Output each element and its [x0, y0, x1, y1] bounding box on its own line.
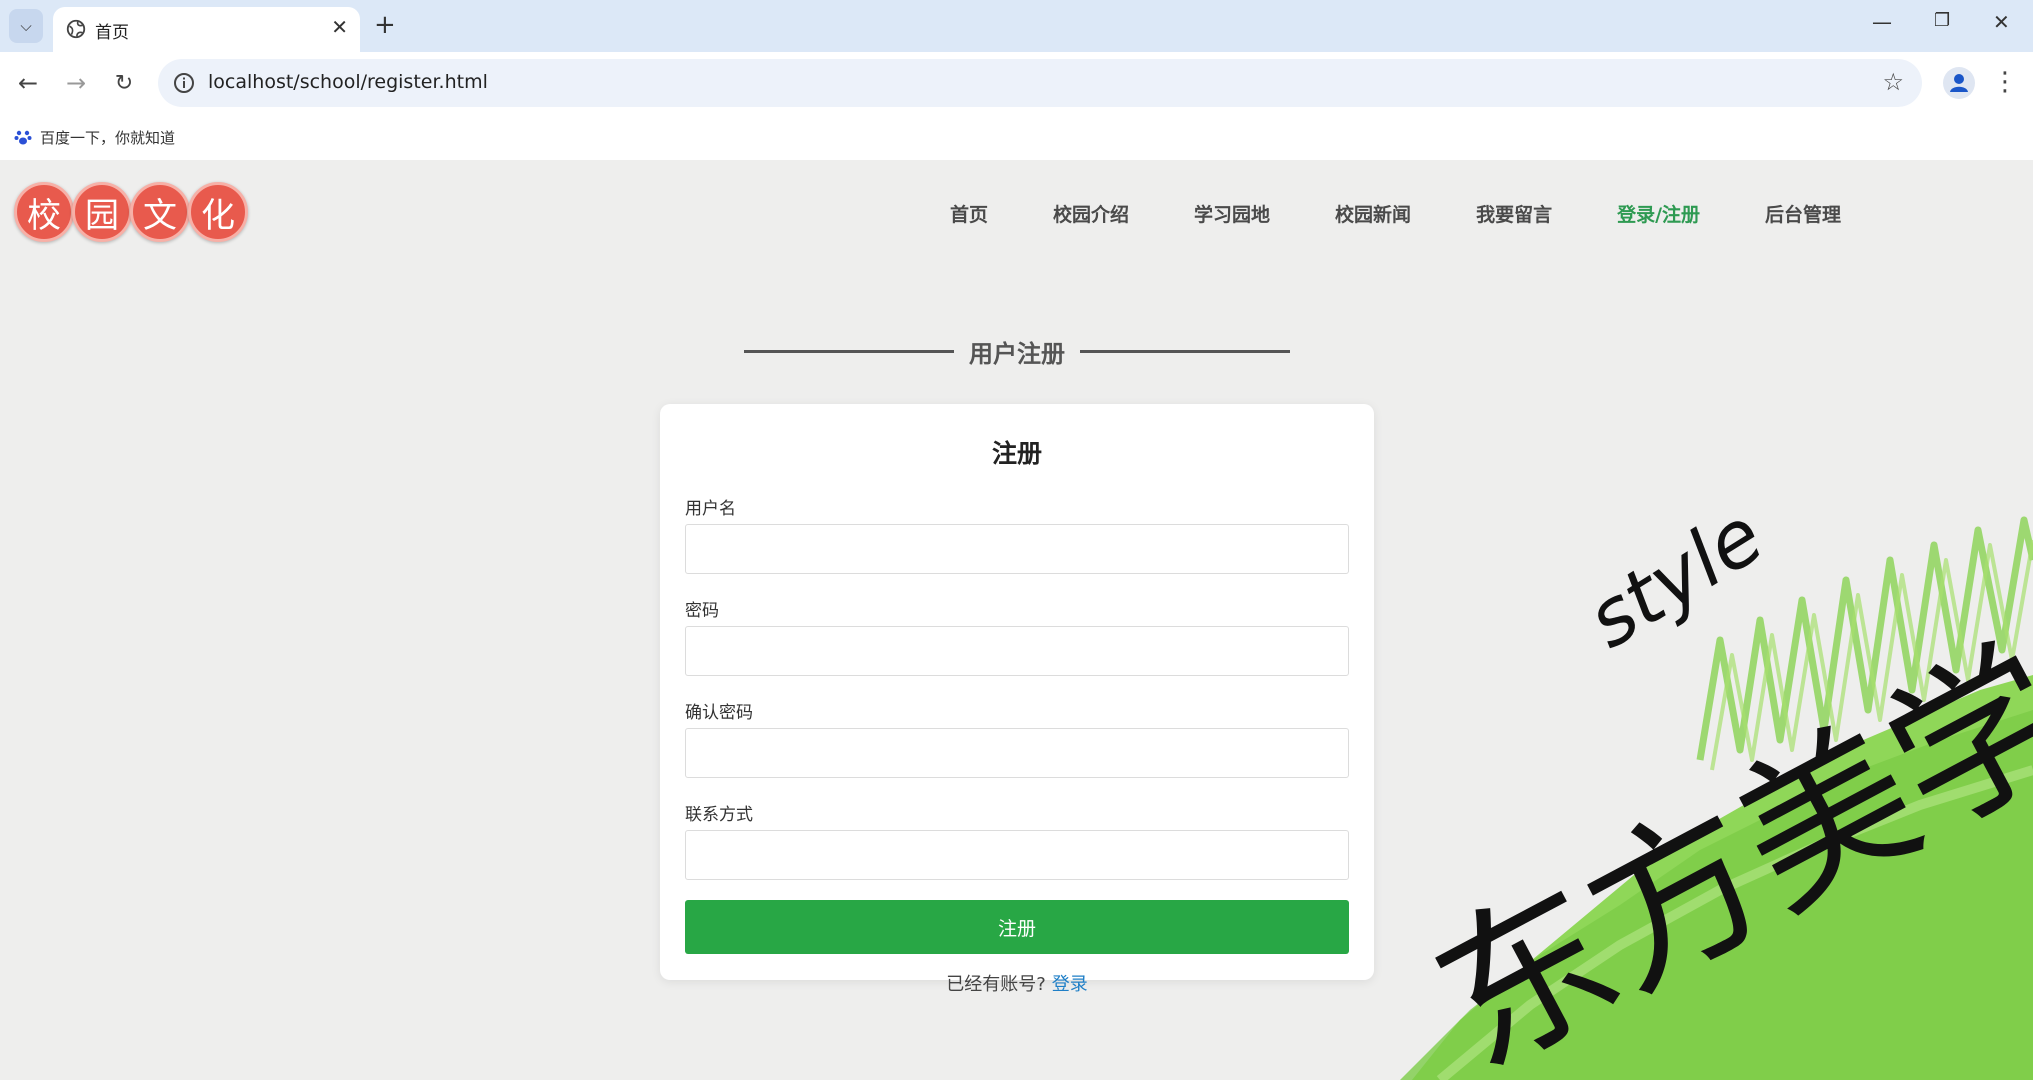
bookmark-star-icon[interactable]: ☆ — [1882, 68, 1904, 96]
active-tab[interactable]: 首页 ✕ — [53, 7, 360, 52]
username-label: 用户名 — [685, 499, 736, 519]
back-icon[interactable]: ← — [12, 67, 44, 99]
nav-login-register[interactable]: 登录/注册 — [1617, 200, 1700, 230]
more-menu-icon[interactable]: ⋮ — [1992, 64, 2018, 100]
deco-text-latin: style — [1572, 491, 1778, 666]
forward-icon[interactable]: → — [60, 67, 92, 99]
info-icon[interactable] — [172, 71, 196, 95]
register-card: 注册 用户名 密码 确认密码 联系方式 注册 已经有账号? 登录 — [660, 404, 1374, 995]
tab-strip: ⌵ 首页 ✕ + — ❐ ✕ — [0, 0, 2033, 52]
site-nav: 首页 校园介绍 学习园地 校园新闻 我要留言 登录/注册 后台管理 — [950, 200, 1841, 230]
url-text[interactable]: localhost/school/register.html — [208, 71, 488, 93]
paw-icon — [14, 130, 32, 145]
bookmark-item[interactable]: 百度一下，你就知道 — [14, 123, 175, 151]
bookmark-label: 百度一下，你就知道 — [40, 128, 176, 147]
new-tab-icon[interactable]: + — [374, 10, 396, 40]
chevron-down-icon: ⌵ — [20, 17, 32, 35]
reload-icon[interactable]: ↻ — [108, 67, 140, 99]
bookmarks-bar: 百度一下，你就知道 — [0, 114, 2033, 160]
password-input[interactable] — [685, 626, 1349, 676]
profile-icon[interactable] — [1942, 66, 1976, 100]
restore-icon[interactable]: ❐ — [1934, 10, 1950, 31]
username-input[interactable] — [685, 524, 1349, 574]
form-title: 注册 — [991, 439, 1042, 468]
nav-news[interactable]: 校园新闻 — [1335, 200, 1411, 230]
contact-input[interactable] — [685, 830, 1349, 880]
confirm-password-label: 确认密码 — [685, 703, 753, 723]
section-heading: 用户注册 — [744, 332, 1290, 368]
nav-study[interactable]: 学习园地 — [1194, 200, 1270, 230]
close-window-icon[interactable]: ✕ — [1993, 10, 2010, 34]
login-prompt-row: 已经有账号? 登录 — [660, 970, 1374, 996]
logo-char: 化 — [188, 182, 248, 242]
register-button[interactable]: 注册 — [685, 900, 1349, 954]
contact-label: 联系方式 — [685, 805, 753, 825]
minimize-icon[interactable]: — — [1872, 10, 1892, 34]
divider — [1080, 350, 1290, 353]
login-link[interactable]: 登录 — [1052, 974, 1088, 995]
confirm-password-input[interactable] — [685, 728, 1349, 778]
nav-campus-intro[interactable]: 校园介绍 — [1053, 200, 1129, 230]
password-label: 密码 — [685, 601, 719, 621]
site-logo[interactable]: 校 园 文 化 — [14, 182, 248, 244]
nav-home[interactable]: 首页 — [950, 200, 988, 230]
logo-char: 文 — [130, 182, 190, 242]
browser-toolbar: ← → ↻ localhost/school/register.html ☆ ⋮ — [0, 52, 2033, 114]
logo-char: 园 — [72, 182, 132, 242]
decorative-brush-art: style 东方美学 — [1340, 491, 2033, 1080]
nav-message[interactable]: 我要留言 — [1476, 200, 1552, 230]
page-viewport: 校 园 文 化 首页 校园介绍 学习园地 校园新闻 我要留言 登录/注册 后台管… — [0, 160, 2033, 1080]
logo-char: 校 — [14, 182, 74, 242]
tab-search-button[interactable]: ⌵ — [9, 9, 43, 43]
close-tab-icon[interactable]: ✕ — [331, 15, 348, 39]
login-prompt-text: 已经有账号? — [946, 974, 1046, 995]
nav-admin[interactable]: 后台管理 — [1765, 200, 1841, 230]
globe-icon — [66, 19, 86, 39]
address-bar[interactable]: localhost/school/register.html ☆ — [158, 59, 1922, 107]
tab-title: 首页 — [95, 23, 129, 43]
